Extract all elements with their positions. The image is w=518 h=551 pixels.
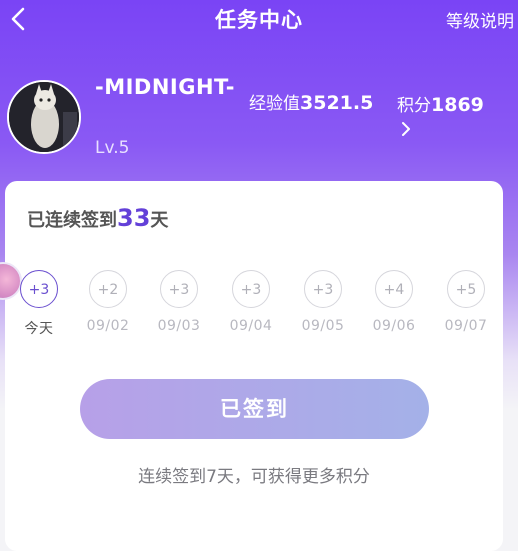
- day-label: 09/07: [444, 318, 488, 334]
- reward-circle: +3: [304, 270, 342, 308]
- checkin-day[interactable]: +3 09/03: [149, 270, 209, 334]
- points-stat[interactable]: 积分1869: [397, 91, 484, 116]
- checkin-day[interactable]: +5 09/07: [436, 270, 496, 334]
- chevron-right-icon[interactable]: [400, 121, 412, 137]
- avatar[interactable]: [7, 80, 81, 154]
- day-label: 今天: [24, 321, 54, 337]
- checkin-days: +3 今天 +2 09/02 +3 09/03 +3 09/04 +3 09/0…: [0, 270, 518, 340]
- checkin-day[interactable]: +2 09/02: [78, 270, 138, 334]
- checkin-day[interactable]: +3 09/05: [293, 270, 353, 334]
- day-label: 09/02: [86, 318, 130, 334]
- username: -MIDNIGHT-: [95, 75, 236, 99]
- checkin-day[interactable]: +4 09/06: [364, 270, 424, 334]
- reward-circle: +3: [160, 270, 198, 308]
- checkin-card: [5, 181, 503, 551]
- checkin-hint: 连续签到7天，可获得更多积分: [138, 467, 370, 487]
- reward-circle: +5: [447, 270, 485, 308]
- points-value: 1869: [431, 94, 484, 116]
- reward-circle: +2: [89, 270, 127, 308]
- experience-stat: 经验值3521.5: [249, 91, 381, 117]
- level-info-link[interactable]: 等级说明: [446, 7, 514, 32]
- experience-label: 经验值: [249, 94, 300, 114]
- checkin-day[interactable]: +3 09/04: [221, 270, 281, 334]
- day-label: 09/03: [157, 318, 201, 334]
- streak-text: 已连续签到33天: [27, 204, 168, 232]
- day-label: 09/05: [301, 318, 345, 334]
- user-level: Lv.5: [95, 138, 130, 158]
- avatar-image: [9, 82, 79, 152]
- points-label: 积分: [397, 96, 431, 116]
- reward-circle: +4: [375, 270, 413, 308]
- day-label: 09/04: [229, 318, 273, 334]
- top-nav: 任务中心 等级说明: [0, 0, 518, 40]
- experience-value: 3521.5: [300, 92, 374, 114]
- checkin-day[interactable]: +3 今天: [9, 270, 69, 338]
- signed-in-button[interactable]: 已签到: [80, 379, 429, 439]
- streak-days: 33: [117, 204, 151, 232]
- streak-prefix: 已连续签到: [27, 210, 117, 231]
- page-title: 任务中心: [215, 8, 303, 32]
- reward-circle: +3: [20, 270, 58, 308]
- streak-suffix: 天: [150, 210, 169, 231]
- day-label: 09/06: [372, 318, 416, 334]
- reward-circle: +3: [232, 270, 270, 308]
